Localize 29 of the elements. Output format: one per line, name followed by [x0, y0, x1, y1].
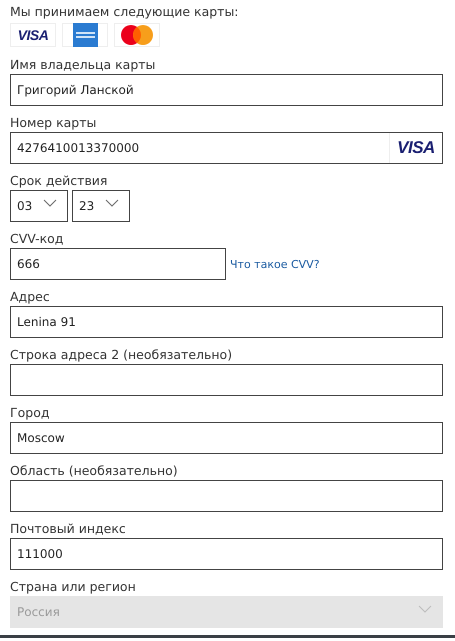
cvv-help-link[interactable]: Что такое CVV?	[230, 258, 320, 270]
chevron-down-icon	[418, 605, 432, 613]
text-field[interactable]: Moscow	[10, 422, 443, 454]
field-label: Имя владельца карты	[10, 56, 156, 74]
cvv-field[interactable]: 666	[10, 248, 226, 280]
field-label: Город	[10, 404, 50, 422]
accepted-cards-label: Мы принимаем следующие карты:	[10, 3, 240, 21]
text-field[interactable]: 111000	[10, 538, 443, 570]
card-number-field[interactable]: 4276410013370000 VISA	[10, 132, 443, 164]
field-label: Почтовый индекс	[10, 520, 127, 538]
field-label: Страна или регион	[10, 578, 137, 596]
year-select[interactable]: 23	[72, 190, 130, 222]
text-field[interactable]: Lenina 91	[10, 306, 443, 338]
field-label: Срок действия	[10, 172, 108, 190]
text-field[interactable]	[10, 364, 443, 396]
chevron-down-icon	[105, 199, 119, 207]
mastercard-logo-icon	[119, 24, 155, 46]
text-field[interactable]: Григорий Ланской	[10, 74, 443, 106]
visa-logo: VISA	[397, 138, 435, 158]
field-label: Область (необязательно)	[10, 462, 179, 480]
text-field[interactable]	[10, 480, 443, 512]
field-label: Адрес	[10, 288, 51, 306]
field-label: Строка адреса 2 (необязательно)	[10, 346, 234, 364]
field-label: CVV-код	[10, 230, 64, 248]
chevron-down-icon	[43, 199, 57, 207]
field-label: Номер карты	[10, 114, 98, 132]
amex-logo-icon	[72, 23, 98, 47]
visa-logo: VISA	[18, 27, 48, 43]
month-select[interactable]: 03	[10, 190, 68, 222]
